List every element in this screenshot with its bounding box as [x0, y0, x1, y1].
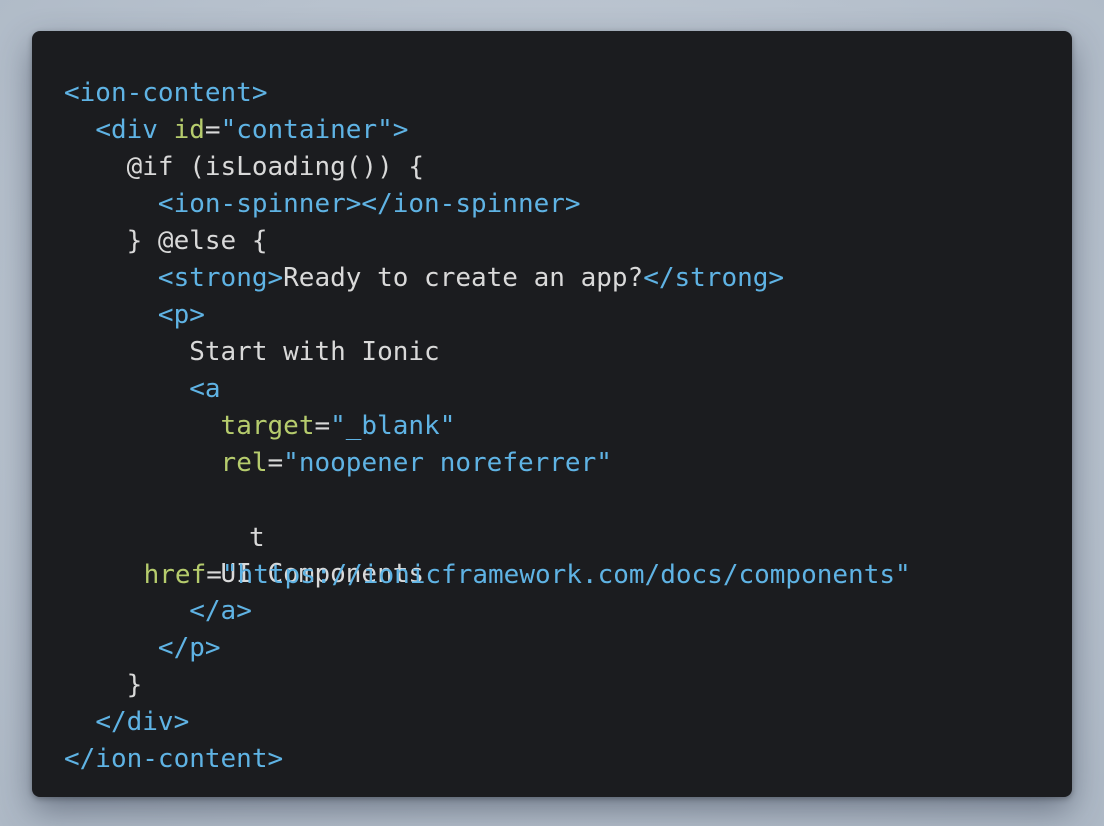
code-block: <ion-content> <div id="container"> @if (…	[64, 75, 784, 778]
code-line: @if (isLoading()) {	[64, 149, 784, 186]
href-attr: href	[143, 560, 207, 590]
code-token-attr: id	[173, 115, 205, 145]
code-token-tag: <a	[189, 374, 221, 404]
code-token-text: Start with Ionic	[64, 337, 440, 367]
code-token-attr: target	[220, 411, 315, 441]
code-line: target="_blank"	[64, 408, 784, 445]
code-line: <a	[64, 371, 784, 408]
code-line: } @else {	[64, 223, 784, 260]
code-line: <strong>Ready to create an app?</strong>	[64, 260, 784, 297]
code-token-tag: <div	[95, 115, 174, 145]
code-line: </ion-content>	[64, 741, 784, 778]
code-token-text: Ready to create an app?	[283, 263, 644, 293]
code-token-text: =	[267, 448, 284, 478]
code-token-tag: </ion-content>	[64, 744, 284, 774]
code-token-str: "_blank"	[330, 411, 456, 441]
code-token-tag: <strong>	[157, 263, 284, 293]
href-equals: =	[206, 560, 222, 590]
href-value: "https://ionicframework.com/docs/compone…	[221, 560, 911, 590]
code-token-tag: <p>	[157, 300, 205, 330]
href-line: href="https://ionicframework.com/docs/co…	[81, 520, 911, 668]
code-line: <ion-content>	[64, 75, 784, 112]
code-token-text: =	[204, 115, 221, 145]
code-token-text: } @else {	[64, 226, 268, 256]
code-line: }	[64, 667, 784, 704]
code-line: rel="noopener noreferrer"	[64, 445, 784, 482]
code-line: <p>	[64, 297, 784, 334]
code-window: <ion-content> <div id="container"> @if (…	[32, 31, 1072, 797]
code-token-text: =	[314, 411, 331, 441]
overlap-glyph: t	[249, 523, 265, 553]
code-line: </div>	[64, 704, 784, 741]
code-token-text: }	[64, 670, 143, 700]
code-token-attr: rel	[220, 448, 268, 478]
code-token-tag: <ion-spinner></ion-spinner>	[157, 189, 581, 219]
code-line: Start with Ionic	[64, 334, 784, 371]
code-token-text: @if (isLoading()) {	[64, 152, 425, 182]
code-token-str: "noopener noreferrer"	[283, 448, 612, 478]
code-token-tag: >	[392, 115, 409, 145]
code-token-tag: <ion-content>	[64, 78, 268, 108]
code-token-str: "container"	[220, 115, 393, 145]
code-line: <ion-spinner></ion-spinner>	[64, 186, 784, 223]
code-token-tag: </div>	[95, 707, 190, 737]
code-line: <div id="container">	[64, 112, 784, 149]
code-token-tag: </strong>	[643, 263, 785, 293]
